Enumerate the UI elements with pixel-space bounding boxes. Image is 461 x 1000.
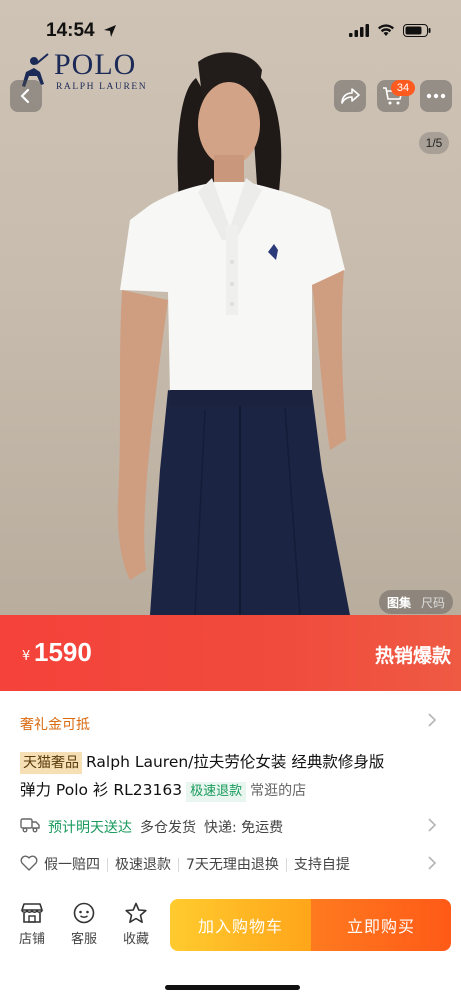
chevron-right-icon: [427, 712, 437, 732]
favorite-button[interactable]: 收藏: [116, 902, 156, 947]
hot-sale-label: 热销爆款: [374, 645, 451, 667]
more-dots-icon: [426, 93, 446, 99]
back-button[interactable]: [10, 80, 42, 112]
bottom-action-bar: 店铺 客服 收藏 加入购物车 立即购买: [0, 890, 461, 1000]
truck-icon: [20, 817, 40, 837]
share-icon: [341, 88, 360, 104]
favorite-label: 收藏: [122, 932, 149, 947]
add-to-cart-button[interactable]: 加入购物车: [170, 899, 311, 951]
price-value: 1590: [34, 637, 92, 667]
more-button[interactable]: [420, 80, 452, 112]
share-button[interactable]: [334, 80, 366, 112]
guarantee-item: 极速退款: [107, 858, 178, 872]
gift-credit-row[interactable]: 奢礼金可抵: [0, 704, 461, 742]
store-label: 店铺: [18, 932, 45, 947]
heart-check-icon: [20, 855, 38, 875]
status-time: 14:54: [46, 20, 95, 41]
delivery-estimate: 预计明天送达: [48, 820, 132, 836]
customer-service-button[interactable]: 客服: [64, 902, 104, 947]
brand-name: POLO: [54, 48, 137, 81]
brand-subtitle: RALPH LAUREN: [56, 82, 148, 92]
status-bar: 14:54: [0, 0, 461, 52]
battery-icon: [403, 22, 431, 41]
gift-credit-label: 奢礼金可抵: [20, 717, 90, 733]
tab-gallery[interactable]: 图集: [387, 594, 411, 611]
chevron-left-icon: [20, 88, 30, 104]
store-icon: [21, 903, 43, 923]
delivery-row[interactable]: 预计明天送达 多仓发货 快递: 免运费: [20, 814, 441, 840]
fast-refund-tag: 极速退款: [186, 782, 247, 802]
shipping-fee: 快递: 免运费: [204, 820, 284, 836]
wifi-icon: [377, 22, 395, 41]
media-tabs: 图集 尺码: [378, 590, 453, 614]
location-arrow-icon: [103, 23, 117, 42]
currency-symbol: ¥: [22, 649, 31, 664]
customer-service-label: 客服: [70, 932, 97, 947]
guarantee-item: 支持自提: [285, 858, 357, 872]
tab-size[interactable]: 尺码: [421, 594, 445, 611]
product-title-line1: Ralph Lauren/拉夫劳伦女装 经典款修身版: [86, 753, 385, 771]
frequent-shop-note: 常逛的店: [250, 783, 307, 799]
product-title-line2: 弹力 Polo 衫 RL23163: [20, 781, 183, 799]
price-banner: ¥ 1590 热销爆款: [0, 615, 461, 691]
signal-icon: [349, 22, 369, 41]
buy-now-button[interactable]: 立即购买: [311, 899, 451, 951]
guarantee-item: 7天无理由退换: [178, 858, 286, 872]
tmall-luxury-tag: 天猫奢品: [20, 752, 82, 774]
image-counter: 1/5: [419, 132, 449, 154]
product-title: 天猫奢品 Ralph Lauren/拉夫劳伦女装 经典款修身版 弹力 Polo 衫…: [20, 748, 440, 805]
customer-service-icon: [73, 902, 95, 924]
star-icon: [125, 902, 147, 923]
home-indicator: [165, 985, 300, 990]
chevron-right-icon: [427, 855, 437, 875]
warehouse-note: 多仓发货: [140, 820, 196, 836]
product-image-gallery[interactable]: 14:54 POLO RALPH LAUREN 34 1/5 图集 尺码: [0, 0, 461, 615]
cart-count-badge: 34: [391, 80, 415, 96]
chevron-right-icon: [427, 817, 437, 837]
guarantee-item: 假一赔四: [44, 857, 100, 873]
guarantee-row[interactable]: 假一赔四 极速退款 7天无理由退换 支持自提: [20, 852, 441, 878]
store-button[interactable]: 店铺: [12, 902, 52, 947]
